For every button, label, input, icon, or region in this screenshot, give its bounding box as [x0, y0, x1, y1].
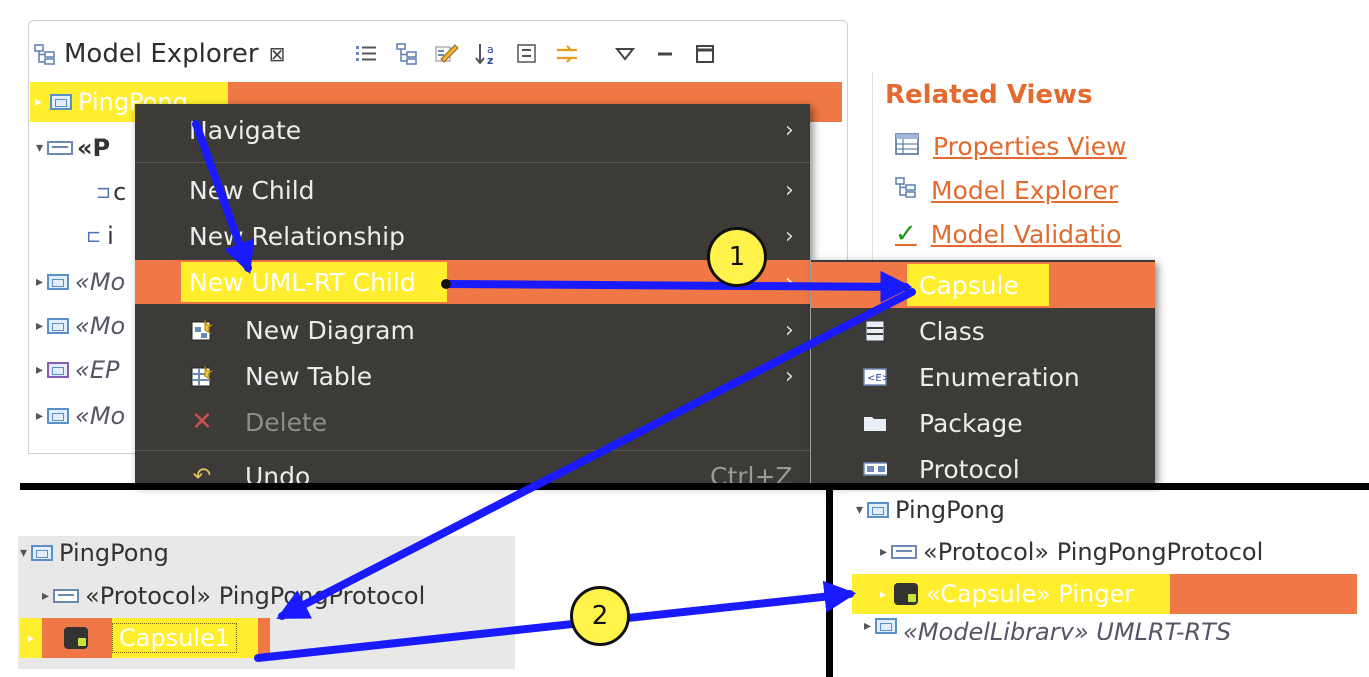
model-explorer-title: Model Explorer [64, 39, 259, 69]
delete-icon: ✕ [191, 407, 213, 437]
submenu-item-class[interactable]: Class [811, 308, 1155, 354]
submenu-item-package[interactable]: Package [811, 400, 1155, 446]
tree-row-model-2[interactable]: ▸ «Mo [36, 306, 125, 346]
br-tree-row-pinger-selected[interactable]: ▸ «Capsule» Pinger [852, 574, 1357, 614]
link-model-explorer[interactable]: Model Explorer [895, 170, 1118, 210]
protocol-icon [47, 141, 74, 155]
submenu-arrow-icon: › [785, 269, 794, 295]
tree-row-i[interactable]: ⊏ i [86, 216, 114, 256]
operation-icon: ⊐ [96, 181, 112, 203]
package-icon [875, 618, 898, 634]
minimize-icon[interactable] [653, 42, 677, 66]
tree-row-c[interactable]: ⊐ c [96, 172, 126, 212]
br-tree-row-truncated[interactable]: ▸ «ModelLibrary» UMLRT-RTS [864, 618, 1231, 640]
menu-item-new-child[interactable]: New Child › [135, 168, 810, 212]
table-icon [895, 132, 919, 161]
explorer-toolbar: az [355, 36, 717, 72]
view-menu-icon[interactable] [613, 42, 637, 66]
svg-text:<E>: <E> [867, 373, 887, 384]
link-properties-view[interactable]: Properties View [895, 126, 1127, 166]
submenu-item-capsule[interactable]: Capsule [811, 262, 1155, 308]
menu-item-delete[interactable]: ✕ Delete [135, 400, 810, 444]
submenu-arrow-icon: › [785, 363, 794, 389]
submenu-arrow-icon: › [785, 177, 794, 203]
bl-tree-row-protocol[interactable]: ▸ «Protocol» PingPongProtocol [42, 576, 425, 616]
model-explorer-icon [895, 176, 917, 205]
tree-row-protocol[interactable]: ▾ «P [36, 128, 110, 168]
divider-vertical [826, 486, 833, 677]
class-icon [863, 320, 887, 342]
undo-icon: ↶ [192, 463, 212, 485]
related-views-title: Related Views [885, 80, 1093, 110]
enumeration-icon: <E> [863, 366, 887, 388]
package-icon [47, 274, 70, 290]
menu-item-new-table[interactable]: New Table › [135, 354, 810, 398]
menu-item-new-diagram[interactable]: New Diagram › [135, 308, 810, 352]
step-badge-1: 1 [707, 227, 767, 287]
step-badge-2: 2 [570, 586, 630, 646]
model-explorer-tab[interactable]: Model Explorer ⊠ [34, 34, 285, 74]
list-view-icon[interactable] [355, 42, 379, 66]
capsule-icon [64, 627, 88, 649]
model-explorer-icon [34, 43, 56, 65]
br-tree-row-pingpong[interactable]: ▾ PingPong [856, 490, 1005, 530]
umlrt-child-submenu: Capsule Class <E> Enumeration Package Pr… [811, 260, 1155, 484]
package-icon [47, 318, 70, 334]
tree-view-icon[interactable] [395, 42, 419, 66]
link-with-editor-icon[interactable] [555, 42, 579, 66]
edit-filter-icon[interactable] [435, 42, 459, 66]
protocol-icon [891, 545, 918, 559]
package-icon [867, 502, 890, 518]
menu-item-undo[interactable]: ↶ Undo Ctrl+Z [135, 456, 810, 484]
bl-tree-row-capsule1-selected[interactable]: ▸ Capsule1 [20, 618, 270, 658]
bl-tree-row-pingpong[interactable]: ▾ PingPong [20, 533, 169, 573]
undo-shortcut: Ctrl+Z [710, 462, 793, 484]
capsule-icon [894, 583, 918, 605]
protocol-icon [863, 458, 887, 480]
tree-row-ep[interactable]: ▸ «EP [36, 350, 119, 390]
br-tree-row-protocol[interactable]: ▸ «Protocol» PingPongProtocol [880, 532, 1263, 572]
checkmark-icon: ✓ [895, 219, 917, 249]
package-icon [31, 545, 54, 561]
maximize-icon[interactable] [693, 42, 717, 66]
menu-item-navigate[interactable]: Navigate › [135, 108, 810, 152]
submenu-arrow-icon: › [785, 117, 794, 143]
operation-icon: ⊏ [86, 225, 102, 247]
link-model-validation[interactable]: ✓ Model Validatio [895, 214, 1121, 254]
sort-alphabetical-icon[interactable]: az [475, 42, 499, 66]
submenu-arrow-icon: › [785, 317, 794, 343]
tree-row-model-1[interactable]: ▸ «Mo [36, 262, 125, 302]
protocol-icon [53, 589, 80, 603]
context-menu: Navigate › New Child › New Relationship … [135, 104, 810, 484]
submenu-item-enumeration[interactable]: <E> Enumeration [811, 354, 1155, 400]
collapse-all-icon[interactable] [515, 42, 539, 66]
svg-text:z: z [487, 54, 493, 66]
submenu-arrow-icon: › [785, 223, 794, 249]
new-table-icon [190, 364, 214, 388]
package-icon [47, 408, 70, 424]
close-tab-icon[interactable]: ⊠ [269, 42, 286, 66]
profile-icon [47, 362, 70, 378]
tree-row-model-3[interactable]: ▸ «Mo [36, 396, 125, 436]
divider-horizontal [20, 483, 1369, 490]
package-icon [863, 412, 887, 434]
package-icon [50, 94, 72, 110]
new-diagram-icon [190, 318, 214, 342]
